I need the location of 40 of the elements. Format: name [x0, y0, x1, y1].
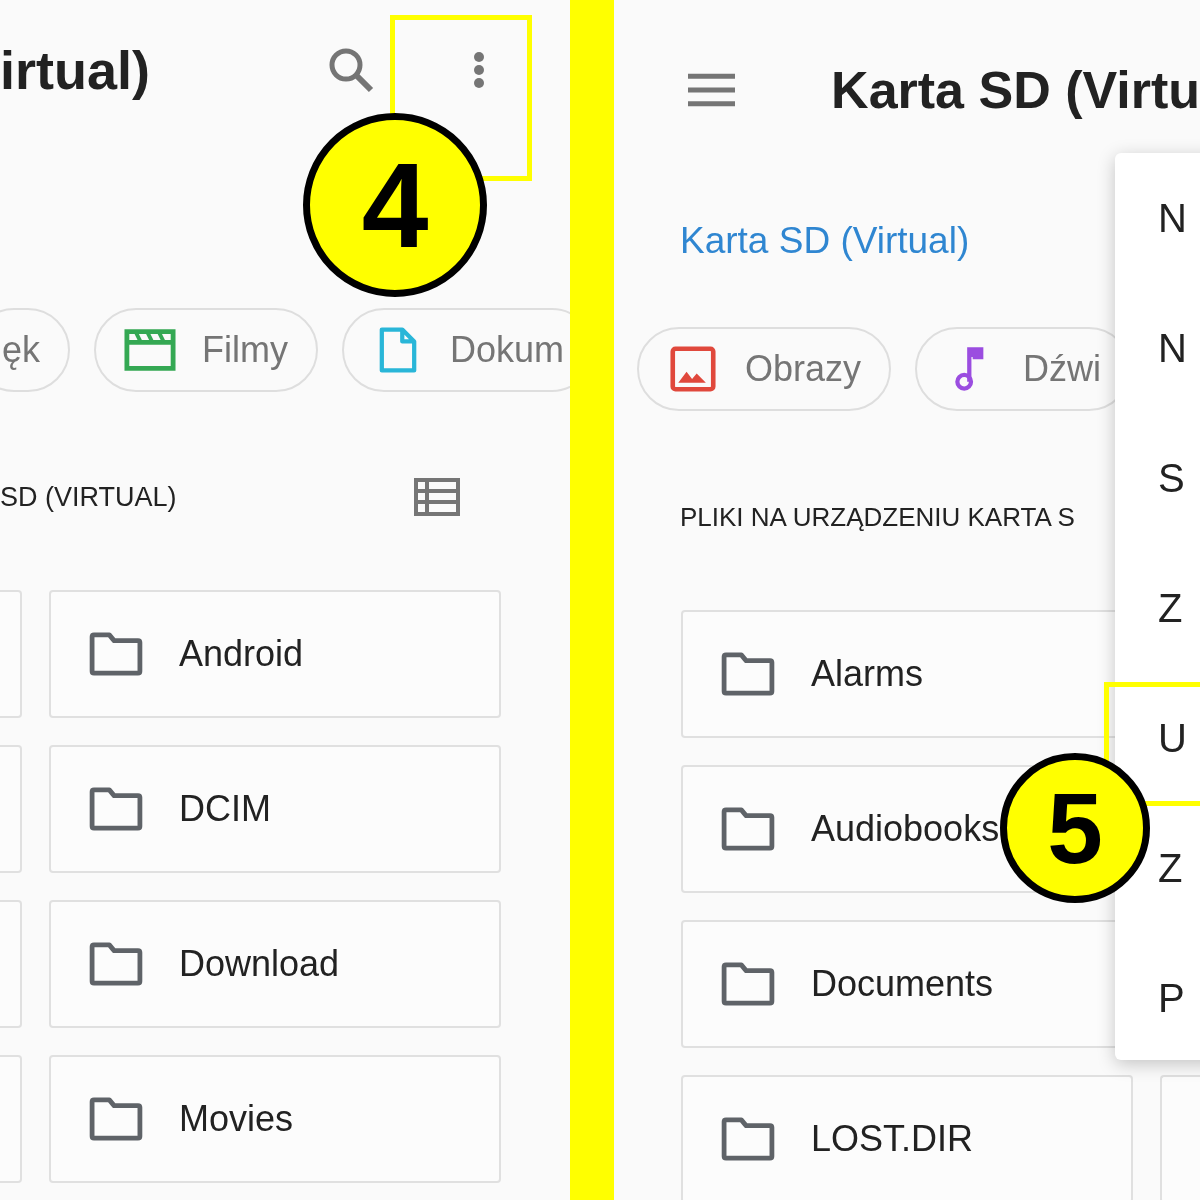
more-options-icon[interactable] [472, 52, 486, 88]
menu-item[interactable]: N [1158, 283, 1187, 413]
menu-item[interactable]: Z [1158, 543, 1183, 673]
folder-icon [89, 942, 143, 986]
menu-item[interactable]: N [1158, 153, 1187, 283]
folder-card[interactable]: Android [49, 590, 501, 718]
image-icon [667, 346, 719, 392]
search-icon[interactable] [328, 47, 374, 93]
menu-item[interactable]: S [1158, 413, 1185, 543]
section-header: SD (VIRTUAL) [0, 481, 177, 513]
folder-icon [89, 787, 143, 831]
folder-icon [721, 652, 775, 696]
folder-icon [721, 962, 775, 1006]
category-chip[interactable]: Obrazy [637, 327, 892, 411]
menu-item[interactable]: U [1158, 673, 1187, 803]
category-chip[interactable]: Filmy [94, 308, 318, 392]
folder-card[interactable] [0, 900, 22, 1028]
folder-card[interactable]: Movies [49, 1055, 501, 1183]
folder-card[interactable]: Download [49, 900, 501, 1028]
folder-icon [89, 1097, 143, 1141]
folder-card[interactable] [0, 745, 22, 873]
step-badge: 4 [303, 113, 487, 297]
folder-card[interactable] [0, 590, 22, 718]
folder-card[interactable] [0, 1055, 22, 1183]
breadcrumb-link[interactable]: Karta SD (Virtual) [614, 211, 970, 271]
list-view-icon[interactable] [414, 478, 460, 516]
category-chip[interactable]: ęk [0, 308, 71, 392]
folder-card[interactable]: LOST.DIR [681, 1075, 1133, 1200]
folder-icon [89, 632, 143, 676]
section-header: PLIKI NA URZĄDZENIU KARTA S [680, 501, 1075, 533]
folder-icon [721, 807, 775, 851]
menu-item[interactable]: Z [1158, 803, 1183, 933]
screen-title: Karta SD (Virtu [831, 60, 1200, 120]
category-chip[interactable]: Dokum [342, 308, 570, 392]
menu-item[interactable]: P [1158, 933, 1185, 1063]
menu-icon[interactable] [688, 73, 736, 107]
folder-card[interactable]: DCIM [49, 745, 501, 873]
screen-title: irtual) [0, 39, 151, 101]
folder-icon [721, 1117, 775, 1161]
clapperboard-icon [124, 327, 177, 373]
